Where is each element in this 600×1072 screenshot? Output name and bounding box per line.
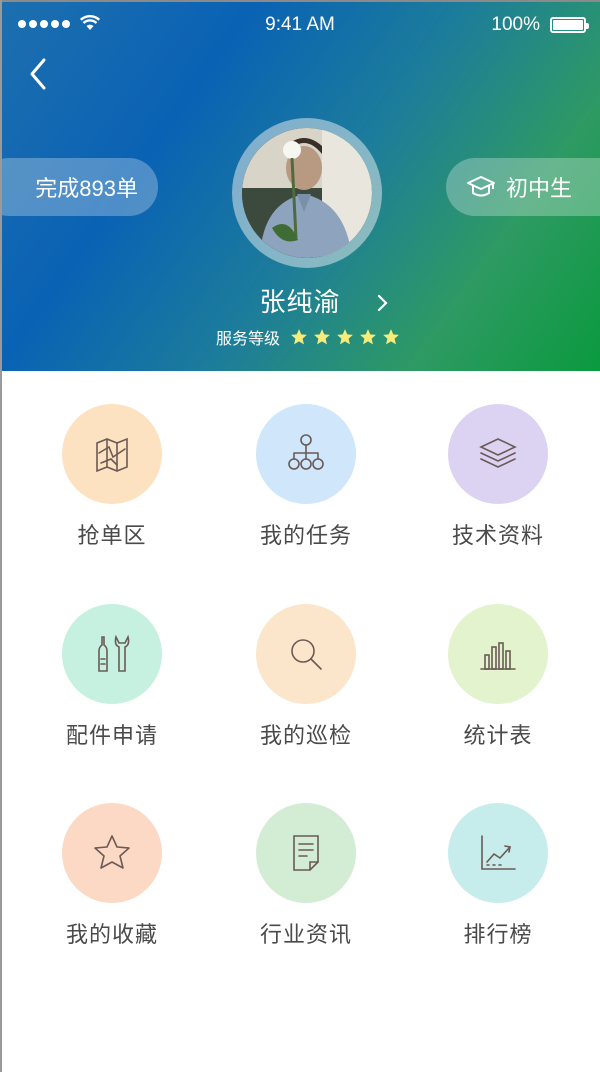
username-row[interactable]: 张纯渝 bbox=[0, 282, 600, 319]
star-icon bbox=[291, 329, 307, 345]
menu-item-label: 统计表 bbox=[463, 724, 533, 749]
graduation-cap-icon bbox=[467, 176, 495, 197]
battery-icon bbox=[550, 17, 589, 33]
menu-item[interactable]: 我的收藏 bbox=[12, 803, 212, 949]
menu-icon-circle bbox=[256, 604, 356, 704]
avatar[interactable] bbox=[242, 128, 372, 258]
menu-icon-circle bbox=[62, 404, 162, 504]
menu-item-label: 配件申请 bbox=[65, 724, 158, 749]
tools-icon bbox=[98, 634, 130, 672]
org-chart-icon bbox=[288, 434, 324, 470]
menu-item-label: 抢单区 bbox=[77, 524, 147, 549]
search-icon bbox=[291, 639, 322, 670]
trend-chart-icon bbox=[481, 835, 516, 870]
grade-label: 初中生 bbox=[506, 177, 573, 202]
menu-item[interactable]: 排行榜 bbox=[398, 803, 598, 949]
menu-icon-circle bbox=[448, 404, 548, 504]
menu-icon-circle bbox=[256, 404, 356, 504]
star-icon bbox=[360, 329, 376, 345]
menu-item[interactable]: 统计表 bbox=[398, 604, 598, 750]
battery-percent: 100% bbox=[491, 14, 540, 35]
avatar-photo bbox=[242, 128, 372, 258]
menu-icon-circle bbox=[448, 604, 548, 704]
menu-item[interactable]: 我的巡检 bbox=[206, 604, 406, 750]
profile-header: 9:41 AM 100% 完成893单 初中生 张纯渝 服务等级 bbox=[0, 0, 600, 371]
service-rating bbox=[290, 328, 400, 346]
menu-item[interactable]: 抢单区 bbox=[12, 404, 212, 550]
completed-orders-label: 完成893单 bbox=[35, 176, 138, 201]
menu-item-label: 排行榜 bbox=[463, 923, 533, 948]
window-frame-top bbox=[0, 0, 600, 2]
back-button[interactable] bbox=[24, 56, 54, 92]
menu-item[interactable]: 配件申请 bbox=[12, 604, 212, 750]
layers-icon bbox=[479, 438, 517, 468]
grade-badge[interactable]: 初中生 bbox=[446, 158, 600, 216]
menu-icon-circle bbox=[62, 803, 162, 903]
star-icon bbox=[314, 329, 330, 345]
menu-item[interactable]: 技术资料 bbox=[398, 404, 598, 550]
bar-chart-icon bbox=[480, 642, 516, 670]
news-icon bbox=[293, 835, 319, 871]
menu-item-label: 行业资讯 bbox=[259, 923, 352, 948]
menu-item-label: 我的巡检 bbox=[259, 724, 352, 749]
menu-item[interactable]: 我的任务 bbox=[206, 404, 406, 550]
service-level: 服务等级 bbox=[216, 325, 400, 349]
menu-item-label: 我的收藏 bbox=[65, 923, 158, 948]
star-icon bbox=[383, 329, 399, 345]
star-icon bbox=[94, 835, 130, 869]
menu-item[interactable]: 行业资讯 bbox=[206, 803, 406, 949]
menu-icon-circle bbox=[62, 604, 162, 704]
menu-item-label: 技术资料 bbox=[451, 524, 544, 549]
menu-item-label: 我的任务 bbox=[259, 524, 352, 549]
window-frame-left bbox=[0, 0, 2, 1072]
chevron-right-icon[interactable] bbox=[376, 294, 390, 312]
service-level-label: 服务等级 bbox=[216, 329, 281, 348]
menu-icon-circle bbox=[256, 803, 356, 903]
status-bar: 9:41 AM 100% bbox=[0, 0, 600, 50]
map-icon bbox=[96, 437, 128, 473]
username: 张纯渝 bbox=[259, 288, 341, 318]
menu-icon-circle bbox=[448, 803, 548, 903]
star-icon bbox=[337, 329, 353, 345]
completed-orders-badge[interactable]: 完成893单 bbox=[0, 158, 158, 216]
